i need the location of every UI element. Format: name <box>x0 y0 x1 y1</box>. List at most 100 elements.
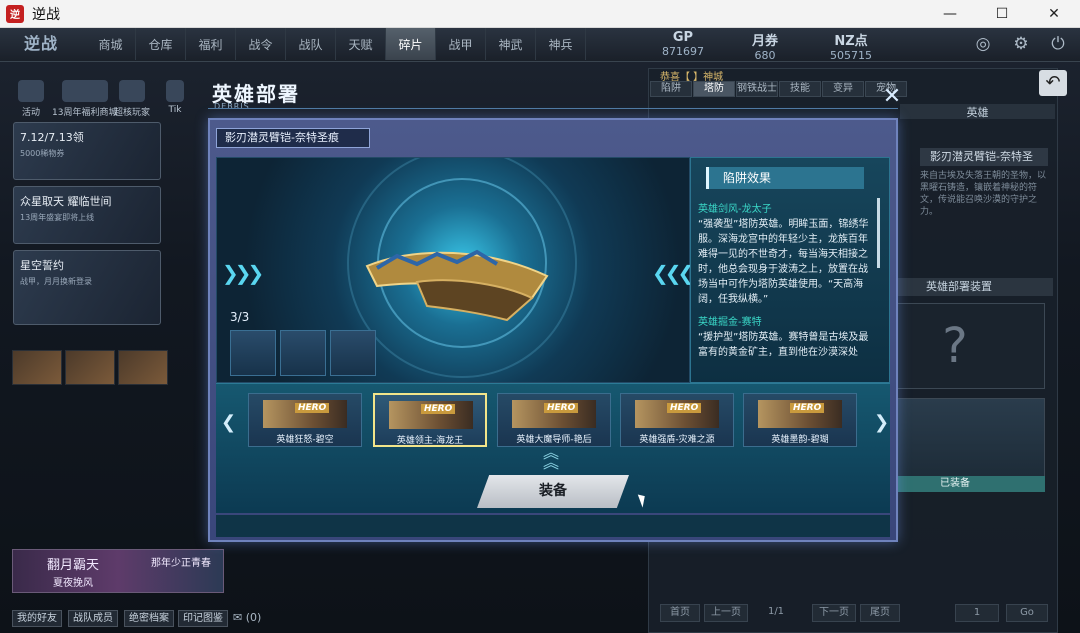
nav-tab[interactable]: 战令 <box>236 28 286 60</box>
currency-gp: GP 871697 <box>662 30 704 58</box>
codex-button[interactable]: 印记图鉴 <box>178 610 228 627</box>
last-page-button[interactable]: 尾页 <box>860 604 900 622</box>
quick-link[interactable]: 活动 <box>18 80 44 118</box>
hero-tag: HERO <box>544 403 579 413</box>
power-icon[interactable]: ⏻ <box>1048 34 1068 54</box>
portrait[interactable] <box>118 350 168 385</box>
piece-thumbnail[interactable] <box>330 330 376 376</box>
nav-tab-active[interactable]: 碎片 <box>386 28 436 60</box>
currency-voucher: 月券 680 <box>752 30 778 62</box>
go-button[interactable]: Go <box>1006 604 1048 622</box>
hero-card-selected[interactable]: HERO 英雄领主-海龙王 <box>373 393 487 447</box>
currency-value: 871697 <box>662 45 704 58</box>
effect-hero-name: 英雄剑风-龙太子 <box>698 204 772 215</box>
category-tab[interactable]: 技能 <box>779 81 821 97</box>
friends-button[interactable]: 我的好友 <box>12 610 62 627</box>
banner-text: 夏夜挽风 <box>53 578 93 589</box>
hero-tag: HERO <box>421 404 456 414</box>
nav-tab[interactable]: 战甲 <box>436 28 486 60</box>
nav-tab[interactable]: 福利 <box>186 28 236 60</box>
nav-tab[interactable]: 商城 <box>86 28 136 60</box>
banner-text: 翻月霸天 <box>47 558 100 573</box>
archive-button[interactable]: 绝密档案 <box>124 610 174 627</box>
maximize-button[interactable]: ☐ <box>976 0 1028 28</box>
quick-link-label: 13周年福利商城 <box>52 108 118 118</box>
currency-label: 月券 <box>752 34 779 49</box>
nav-tab[interactable]: 战队 <box>286 28 336 60</box>
effect-scrollbar[interactable] <box>877 198 880 268</box>
window-titlebar: 逆 逆战 — ☐ ✕ <box>0 0 1080 28</box>
team-button[interactable]: 战队成员 <box>68 610 118 627</box>
hero-card[interactable]: HERO 英雄墨韵-碧瑚 <box>743 393 857 447</box>
currency-value: 680 <box>754 49 776 62</box>
activity-icon <box>18 80 44 102</box>
promo-card[interactable]: 众星取天 耀临世间 13周年盛宴即将上线 <box>13 186 161 244</box>
scroll-left-icon[interactable]: ❮ <box>221 412 236 433</box>
nav-tab[interactable]: 天赋 <box>336 28 386 60</box>
quick-link[interactable]: Tik <box>166 80 184 115</box>
promo-title: 众星取天 耀临世间 <box>20 195 112 208</box>
piece-thumbnail[interactable] <box>280 330 326 376</box>
effect-hero-name: 英雄掘金-赛特 <box>698 317 762 328</box>
vip-icon <box>119 80 145 102</box>
category-tab[interactable]: 陷阱 <box>650 81 692 97</box>
expand-up-icon[interactable]: ︽ ︽ <box>543 445 559 471</box>
portrait[interactable] <box>12 350 62 385</box>
game-viewport: 逆战 商城 仓库 福利 战令 战队 天赋 碎片 战甲 神武 神兵 GP 87169… <box>0 28 1080 633</box>
page-input[interactable]: 1 <box>955 604 999 622</box>
video-icon <box>166 80 184 102</box>
promo-sub: 5000稀物券 <box>20 149 65 158</box>
portrait[interactable] <box>65 350 115 385</box>
item-desc: 来自古埃及失落王朝的圣物，以黑曜石铸造，镶嵌着神秘的符文，传说能召唤沙漠的守护之… <box>920 171 1047 217</box>
item-title: 影刃潜灵臂铠-奈特圣 <box>920 148 1048 166</box>
quick-link-label: 活动 <box>21 108 40 118</box>
currency-nz: NZ点 505715 <box>830 30 872 62</box>
window-controls: — ☐ ✕ <box>924 0 1080 28</box>
quick-link-label: 超核玩家 <box>114 108 151 118</box>
close-window-button[interactable]: ✕ <box>1028 0 1080 28</box>
currency-label: GP <box>672 30 694 45</box>
first-page-button[interactable]: 首页 <box>660 604 700 622</box>
promo-card[interactable]: 星空誓约 战甲，月月换新登录 <box>13 250 161 325</box>
hero-card[interactable]: HERO 英雄强盾-灾难之源 <box>620 393 734 447</box>
piece-thumbnails <box>230 330 376 376</box>
game-topbar: 逆战 商城 仓库 福利 战令 战队 天赋 碎片 战甲 神武 神兵 GP 87169… <box>0 28 1080 62</box>
equip-button[interactable]: 装备 <box>477 475 629 508</box>
nav-tab[interactable]: 仓库 <box>136 28 186 60</box>
hero-card[interactable]: HERO 英雄大魔导师-艳后 <box>497 393 611 447</box>
hero-card-label: 英雄墨韵-碧瑚 <box>771 435 829 445</box>
nav-tab[interactable]: 神武 <box>486 28 536 60</box>
prev-page-button[interactable]: 上一页 <box>704 604 748 622</box>
promo-card[interactable]: 7.12/7.13领 5000稀物券 <box>13 122 161 180</box>
currency-label: NZ点 <box>834 34 868 49</box>
target-icon[interactable]: ◎ <box>973 34 993 54</box>
quick-link[interactable]: 13周年福利商城 <box>52 80 117 118</box>
main-nav: 商城 仓库 福利 战令 战队 天赋 碎片 战甲 神武 神兵 <box>86 28 586 60</box>
next-page-button[interactable]: 下一页 <box>812 604 856 622</box>
event-banner[interactable]: 翻月霸天 那年少正青春 夏夜挽风 <box>12 549 224 593</box>
mail-icon[interactable]: ✉ (0) <box>233 611 261 624</box>
close-icon[interactable]: ✕ <box>880 86 904 110</box>
minimize-button[interactable]: — <box>924 0 976 28</box>
category-tab[interactable]: 变异 <box>822 81 864 97</box>
armguard-item-icon <box>365 249 549 322</box>
gear-icon[interactable]: ⚙ <box>1011 34 1031 54</box>
nav-tab[interactable]: 神兵 <box>536 28 586 60</box>
hero-card-label: 英雄狂怒-碧空 <box>276 435 334 445</box>
chevron-right-icon: ❯❯❯ <box>222 261 264 285</box>
quick-link[interactable]: 超核玩家 <box>114 80 150 118</box>
strip-footer <box>216 515 890 537</box>
scroll-right-icon[interactable]: ❯ <box>874 412 889 433</box>
piece-thumbnail[interactable] <box>230 330 276 376</box>
modal-subtitle: DEBRIS <box>214 102 250 111</box>
category-tab-active[interactable]: 塔防 <box>693 81 735 97</box>
chevron-left-icon: ❮❮❮ <box>652 261 694 285</box>
hero-card[interactable]: HERO 英雄狂怒-碧空 <box>248 393 362 447</box>
item-name-label: 影刃潜灵臂铠-奈特圣痕 <box>216 128 370 148</box>
effect-hero-desc: “强袭型”塔防英雄。明眸玉面，锦绣华服。深海龙宫中的年轻少主，龙族百年难得一见的… <box>698 219 869 305</box>
hero-tag: HERO <box>667 403 702 413</box>
modal-divider <box>208 108 898 109</box>
category-tab[interactable]: 钢铁战士 <box>736 81 778 97</box>
back-arrow-icon[interactable]: ↶ <box>1039 70 1067 96</box>
quick-link-label: Tik <box>168 105 182 115</box>
